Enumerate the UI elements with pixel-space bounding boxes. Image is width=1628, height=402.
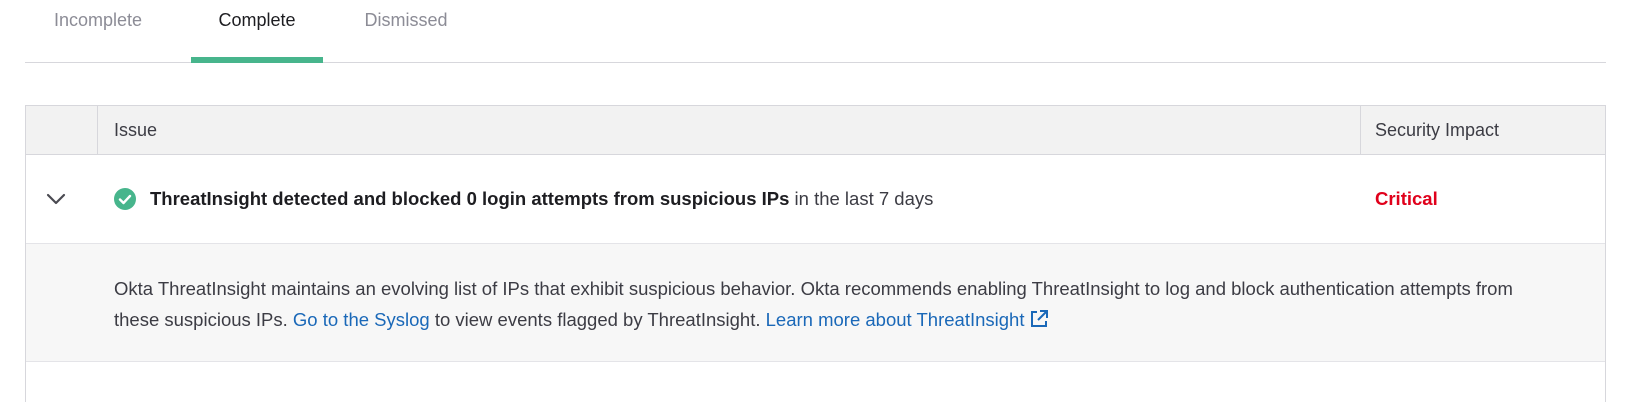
chevron-down-icon[interactable] (38, 181, 74, 217)
learn-more-link[interactable]: Learn more about ThreatInsight (766, 309, 1051, 330)
external-link-icon (1028, 308, 1050, 330)
tab-label: Incomplete (53, 10, 143, 30)
learn-more-label: Learn more about ThreatInsight (765, 309, 1025, 330)
tab-incomplete[interactable]: Incomplete (25, 0, 171, 62)
table-header: Issue Security Impact (26, 106, 1605, 155)
issue-title: ThreatInsight detected and blocked 0 log… (150, 188, 933, 210)
issue-title-rest: in the last 7 days (789, 188, 934, 209)
page: Incomplete Complete Dismissed Issue Secu… (0, 0, 1628, 402)
issue-column-header: Issue (114, 120, 158, 140)
issue-detail-panel: Okta ThreatInsight maintains an evolving… (26, 244, 1605, 362)
tab-dismissed[interactable]: Dismissed (350, 0, 462, 62)
tab-label: Complete (218, 10, 296, 30)
issues-table: Issue Security Impact ThreatInsight dete… (25, 105, 1606, 402)
tab-label: Dismissed (364, 10, 448, 30)
issue-title-bold: ThreatInsight detected and blocked 0 log… (150, 188, 790, 209)
check-circle-icon (114, 188, 136, 210)
syslog-link[interactable]: Go to the Syslog (293, 309, 430, 330)
tab-bar: Incomplete Complete Dismissed (25, 0, 1606, 63)
column-divider (1360, 106, 1361, 154)
issue-detail-text: Okta ThreatInsight maintains an evolving… (114, 273, 1544, 335)
detail-text-part: to view events flagged by ThreatInsight. (429, 309, 766, 330)
table-row[interactable]: ThreatInsight detected and blocked 0 log… (26, 155, 1605, 244)
security-impact-badge: Critical (1375, 188, 1438, 209)
security-impact-column-header: Security Impact (1375, 120, 1500, 140)
tab-complete[interactable]: Complete (191, 0, 323, 63)
expand-column-header (26, 106, 98, 154)
